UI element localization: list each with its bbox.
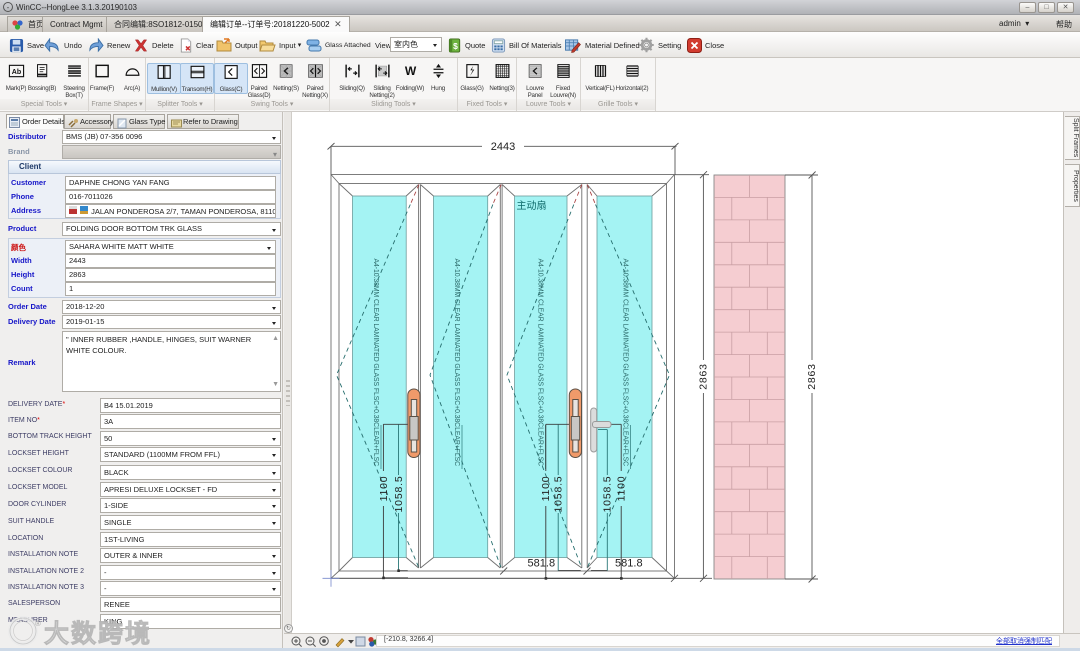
- svg-text:1058.5: 1058.5: [602, 476, 614, 513]
- svg-text:Ab: Ab: [11, 68, 21, 76]
- svg-text:1100: 1100: [616, 476, 628, 502]
- svg-text:$: $: [453, 40, 458, 50]
- svg-text:1100: 1100: [378, 476, 390, 502]
- svg-text:1100: 1100: [540, 476, 552, 502]
- svg-text:1058.5: 1058.5: [553, 476, 565, 513]
- svg-text:581.8: 581.8: [528, 558, 556, 570]
- svg-text:581.8: 581.8: [615, 558, 643, 570]
- svg-text:A4-10.38MM CLEAR LAMINATED GLA: A4-10.38MM CLEAR LAMINATED GLASS FLSC+0.…: [536, 259, 543, 467]
- svg-text:2863: 2863: [806, 363, 818, 390]
- svg-text:2863: 2863: [697, 363, 709, 390]
- svg-text:®: ®: [35, 619, 41, 628]
- svg-text:大数跨境: 大数跨境: [44, 619, 152, 648]
- svg-text:A4-10.38MM CLEAR LAMINATED GLA: A4-10.38MM CLEAR LAMINATED GLASS FLSC+0.…: [372, 259, 379, 467]
- svg-text:A4-10.38MM CLEAR LAMINATED GLA: A4-10.38MM CLEAR LAMINATED GLASS FLSC+0.…: [621, 259, 628, 467]
- svg-text:1058.5: 1058.5: [393, 476, 405, 513]
- svg-text:主动扇: 主动扇: [517, 199, 547, 212]
- svg-text:W: W: [404, 64, 416, 78]
- svg-text:A4-10.38MM CLEAR LAMINATED GLA: A4-10.38MM CLEAR LAMINATED GLASS FLSC+0.…: [453, 259, 460, 467]
- svg-text:2443: 2443: [491, 141, 515, 153]
